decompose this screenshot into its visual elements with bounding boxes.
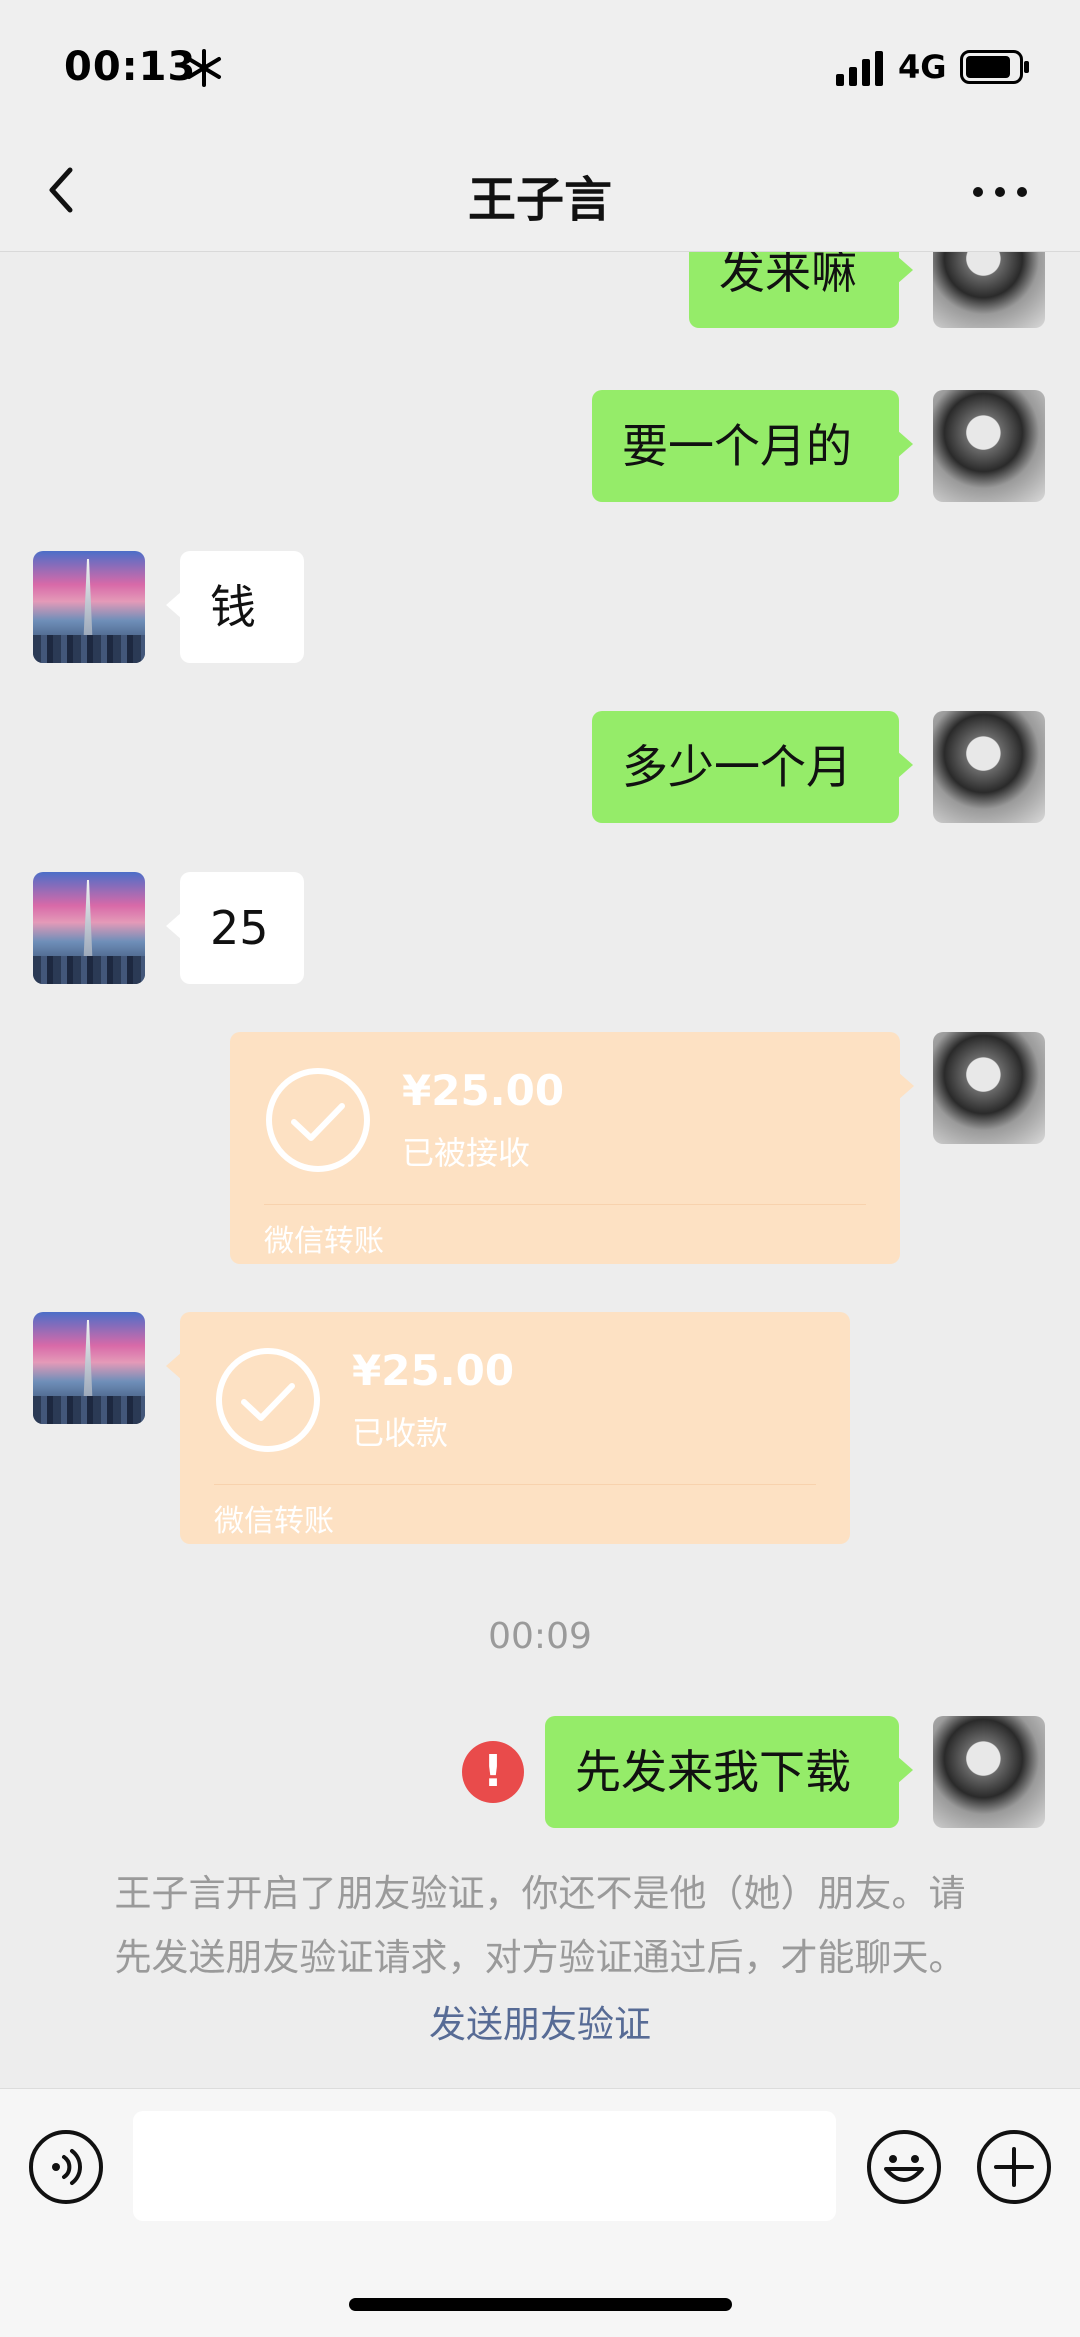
system-notice-line: 先发送朋友验证请求，对方验证通过后，才能聊天。 (114, 1936, 966, 1979)
avatar-me[interactable] (933, 711, 1045, 823)
check-circle-icon (216, 1348, 320, 1452)
message-text: 先发来我下载 (575, 1745, 851, 1799)
send-friend-verification-link[interactable]: 发送朋友验证 (0, 1994, 1080, 2048)
transfer-divider (264, 1204, 866, 1205)
signal-icon (836, 51, 883, 86)
transfer-status: 已收款 (352, 1414, 449, 1452)
transfer-amount: ¥25.00 (352, 1346, 515, 1395)
snowflake-icon (187, 49, 221, 87)
message-bubble-other[interactable]: 钱 (166, 551, 304, 663)
message-text: 发来嘛 (719, 252, 857, 299)
avatar-me[interactable] (933, 252, 1045, 328)
message-input[interactable] (133, 2111, 836, 2221)
message-timestamp: 00:09 (488, 1616, 592, 1657)
send-failed-icon[interactable]: ! (462, 1741, 524, 1803)
message-text: 25 (210, 901, 269, 955)
voice-icon[interactable] (28, 2129, 104, 2205)
system-notice-line: 王子言开启了朋友验证，你还不是他（她）朋友。请 (114, 1872, 966, 1915)
transfer-divider (214, 1484, 816, 1485)
avatar-other[interactable] (33, 551, 145, 663)
more-dots-icon[interactable] (970, 182, 1030, 202)
home-indicator[interactable] (349, 2298, 732, 2311)
system-notice: 王子言开启了朋友验证，你还不是他（她）朋友。请 先发送朋友验证请求，对方验证通过… (60, 1862, 1020, 1990)
message-text: 钱 (210, 580, 256, 634)
message-text: 要一个月的 (622, 419, 852, 473)
battery-icon (960, 50, 1029, 84)
emoji-icon[interactable] (866, 2129, 942, 2205)
avatar-me[interactable] (933, 390, 1045, 502)
avatar-city-graphic (33, 956, 145, 984)
transfer-amount: ¥25.00 (402, 1066, 565, 1115)
transfer-footer: 微信转账 (214, 1504, 334, 1539)
avatar-me[interactable] (933, 1032, 1045, 1144)
network-label: 4G (898, 48, 947, 86)
message-text: 多少一个月 (622, 740, 852, 794)
message-bubble-me[interactable]: 发来嘛 (689, 252, 913, 328)
avatar-city-graphic (33, 635, 145, 663)
message-bubble-me[interactable]: 多少一个月 (592, 711, 913, 823)
avatar-other[interactable] (33, 1312, 145, 1424)
avatar-other[interactable] (33, 872, 145, 984)
avatar-me[interactable] (933, 1716, 1045, 1828)
message-bubble-other[interactable]: 25 (166, 872, 304, 984)
transfer-card-me[interactable]: ¥25.00 已被接收 微信转账 (230, 1032, 914, 1264)
avatar-city-graphic (33, 1396, 145, 1424)
transfer-footer: 微信转账 (264, 1224, 384, 1259)
chat-area[interactable]: 发来嘛 要一个月的 钱 多少一个月 25 ¥25.00 已被接收 微信转账 ¥2… (0, 252, 1080, 2088)
transfer-card-other[interactable]: ¥25.00 已收款 微信转账 (166, 1312, 850, 1544)
check-circle-icon (266, 1068, 370, 1172)
chat-title: 王子言 (467, 172, 612, 228)
top-bar: 00:13 4G 王子言 (0, 0, 1080, 252)
message-bubble-me[interactable]: 先发来我下载 (545, 1716, 913, 1828)
status-time: 00:13 (64, 44, 197, 90)
transfer-status: 已被接收 (402, 1134, 531, 1172)
plus-icon[interactable] (976, 2129, 1052, 2205)
message-bubble-me[interactable]: 要一个月的 (592, 390, 913, 502)
